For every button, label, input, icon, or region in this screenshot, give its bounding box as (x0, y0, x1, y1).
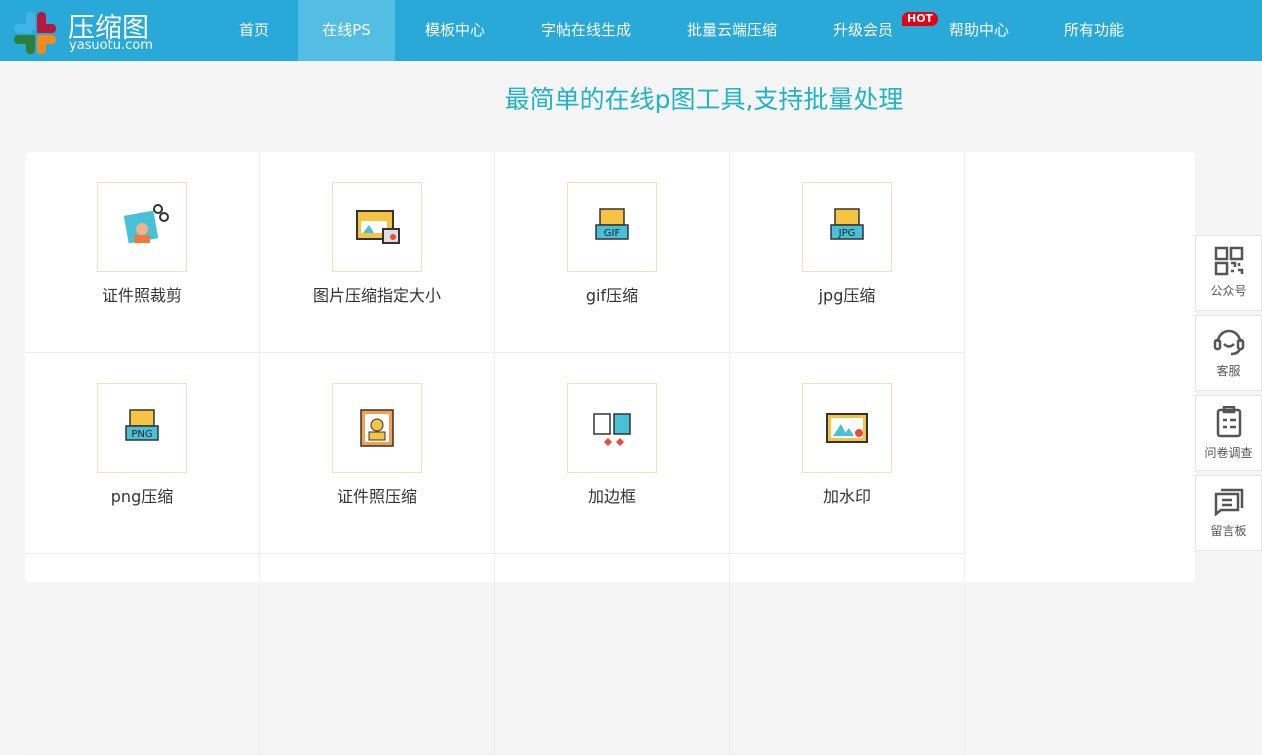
logo-cross-icon (14, 12, 56, 54)
border-icon (567, 383, 657, 473)
tool-card[interactable]: 证件照裁剪 (25, 152, 260, 353)
tool-label: png压缩 (110, 487, 174, 506)
side-service[interactable]: 客服 (1195, 315, 1262, 391)
tool-card[interactable]: 加水印 (730, 353, 965, 554)
tool-card[interactable]: 证件照压缩 (260, 353, 495, 554)
page-title: 最简单的在线p图工具,支持批量处理 (504, 85, 904, 114)
tool-card[interactable]: JPG jpg压缩 (730, 152, 965, 353)
jpg-icon: JPG (802, 182, 892, 272)
nav-batch-compress[interactable]: 批量云端压缩 (672, 0, 792, 61)
id-photo-icon (332, 383, 422, 473)
side-message-label: 留言板 (1210, 524, 1247, 538)
side-survey[interactable]: 问卷调查 (1195, 395, 1262, 471)
tool-card[interactable] (495, 554, 730, 755)
tool-label: 加水印 (822, 487, 871, 506)
tool-card[interactable]: GIF gif压缩 (495, 152, 730, 353)
tool-card[interactable]: PNG png压缩 (25, 353, 260, 554)
nav-help[interactable]: 帮助中心 (934, 0, 1024, 61)
logo-url: yasuotu.com (69, 38, 153, 53)
message-icon (1214, 488, 1243, 517)
headset-icon (1213, 329, 1244, 356)
tool-label: 图片压缩指定大小 (312, 286, 441, 305)
tool-card[interactable]: 加边框 (495, 353, 730, 554)
svg-text:GIF: GIF (604, 228, 621, 239)
tool-card[interactable] (730, 554, 965, 755)
nav-upgrade[interactable]: 升级会员 (820, 0, 906, 61)
tool-card[interactable]: 图片压缩指定大小 (260, 152, 495, 353)
logo[interactable]: 压缩图 yasuotu.com (14, 8, 164, 54)
gif-icon: GIF (567, 182, 657, 272)
side-message[interactable]: 留言板 (1195, 475, 1262, 551)
tool-label: jpg压缩 (818, 286, 876, 305)
nav-home[interactable]: 首页 (222, 0, 286, 61)
header: 压缩图 yasuotu.com 首页 在线PS 模板中心 字帖在线生成 批量云端… (0, 0, 1262, 61)
tools-panel: 证件照裁剪 图片压缩指定大小 GIF gif压缩 JPG jpg压缩 PNG png压缩 证件照… (25, 152, 1195, 755)
tool-label: 证件照裁剪 (101, 286, 182, 305)
png-icon: PNG (97, 383, 187, 473)
tool-card[interactable] (260, 554, 495, 755)
tool-card[interactable] (25, 554, 260, 755)
side-survey-label: 问卷调查 (1204, 446, 1253, 460)
nav-copybook[interactable]: 字帖在线生成 (526, 0, 646, 61)
side-wechat-label: 公众号 (1210, 284, 1247, 298)
tool-label: 加边框 (587, 487, 636, 506)
clipboard-icon (1216, 405, 1241, 438)
nav-all-features[interactable]: 所有功能 (1049, 0, 1139, 61)
tool-label: 证件照压缩 (336, 487, 417, 506)
side-wechat[interactable]: 公众号 (1195, 235, 1262, 311)
hot-badge: HOT (902, 12, 939, 26)
image-compress-size-icon (332, 182, 422, 272)
watermark-icon (802, 383, 892, 473)
id-photo-crop-icon (97, 182, 187, 272)
nav-online-ps[interactable]: 在线PS (298, 0, 395, 61)
svg-text:JPG: JPG (838, 228, 856, 239)
side-service-label: 客服 (1216, 364, 1241, 378)
svg-text:PNG: PNG (131, 429, 152, 440)
qr-code-icon (1214, 246, 1243, 276)
nav-templates[interactable]: 模板中心 (410, 0, 500, 61)
tool-label: gif压缩 (585, 286, 639, 305)
